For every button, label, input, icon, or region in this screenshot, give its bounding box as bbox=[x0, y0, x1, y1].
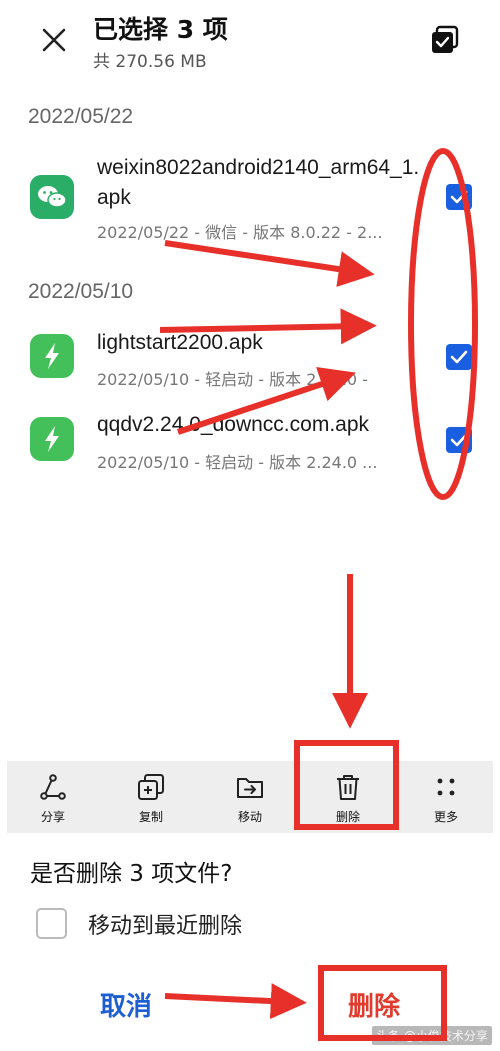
more-button[interactable]: 更多 bbox=[406, 761, 486, 833]
copy-icon bbox=[138, 774, 164, 800]
file-meta: 2022/05/10 - 轻启动 - 版本 2.24.0 ... bbox=[97, 453, 378, 472]
action-label: 删除 bbox=[335, 810, 360, 824]
file-checkbox[interactable] bbox=[446, 344, 472, 370]
close-icon bbox=[42, 28, 66, 52]
page-title: 已选择 3 项 bbox=[93, 15, 228, 44]
select-all-icon bbox=[432, 25, 459, 53]
file-list-item[interactable]: weixin8022android2140_arm64_1.apk 2022/0… bbox=[0, 150, 500, 250]
move-button[interactable]: 移动 bbox=[210, 761, 290, 833]
close-button[interactable] bbox=[36, 22, 72, 58]
date-group-header: 2022/05/10 bbox=[28, 280, 134, 303]
share-icon bbox=[40, 774, 66, 800]
lightning-icon bbox=[30, 334, 74, 378]
move-folder-icon bbox=[237, 778, 263, 798]
action-label: 移动 bbox=[237, 810, 262, 824]
date-group-header: 2022/05/22 bbox=[28, 105, 134, 128]
file-list-item[interactable]: qqdv2.24.0_downcc.com.apk 2022/05/10 - 轻… bbox=[0, 403, 500, 483]
dialog-title: 是否删除 3 项文件? bbox=[30, 861, 233, 887]
action-label: 复制 bbox=[138, 810, 163, 824]
file-checkbox[interactable] bbox=[446, 184, 472, 210]
action-bar: 分享 复制 移动 删除 更多 bbox=[7, 761, 493, 833]
file-meta: 2022/05/22 - 微信 - 版本 8.0.22 - 2... bbox=[97, 223, 383, 242]
file-meta: 2022/05/10 - 轻启动 - 版本 2.20.0 - bbox=[97, 370, 368, 389]
checkbox-label: 移动到最近删除 bbox=[88, 914, 243, 939]
select-all-button[interactable] bbox=[429, 24, 461, 56]
cancel-button[interactable]: 取消 bbox=[100, 986, 152, 1023]
wechat-icon bbox=[30, 175, 74, 219]
checkmark-icon bbox=[450, 350, 468, 364]
file-list-item[interactable]: lightstart2200.apk 2022/05/10 - 轻启动 - 版本… bbox=[0, 320, 500, 400]
trash-icon bbox=[337, 775, 359, 800]
total-size-label: 共 270.56 MB bbox=[93, 52, 207, 72]
copy-button[interactable]: 复制 bbox=[111, 761, 191, 833]
delete-action-button[interactable]: 删除 bbox=[308, 761, 388, 833]
confirm-delete-button[interactable]: 删除 bbox=[348, 986, 400, 1023]
file-name: lightstart2200.apk bbox=[97, 331, 263, 354]
watermark: 头条 @小俊技术分享 bbox=[372, 1026, 492, 1045]
checkmark-icon bbox=[450, 433, 468, 447]
move-to-recently-deleted-checkbox[interactable] bbox=[36, 908, 67, 939]
file-name: qqdv2.24.0_downcc.com.apk bbox=[97, 413, 370, 436]
action-label: 更多 bbox=[433, 810, 458, 824]
annotation-arrow bbox=[164, 983, 307, 1020]
checkmark-icon bbox=[450, 190, 468, 204]
share-button[interactable]: 分享 bbox=[13, 761, 93, 833]
more-dots-icon bbox=[437, 778, 455, 796]
file-name: weixin8022android2140_arm64_1.apk bbox=[97, 156, 420, 209]
lightning-icon bbox=[30, 417, 74, 461]
file-checkbox[interactable] bbox=[446, 427, 472, 453]
action-label: 分享 bbox=[40, 810, 65, 824]
